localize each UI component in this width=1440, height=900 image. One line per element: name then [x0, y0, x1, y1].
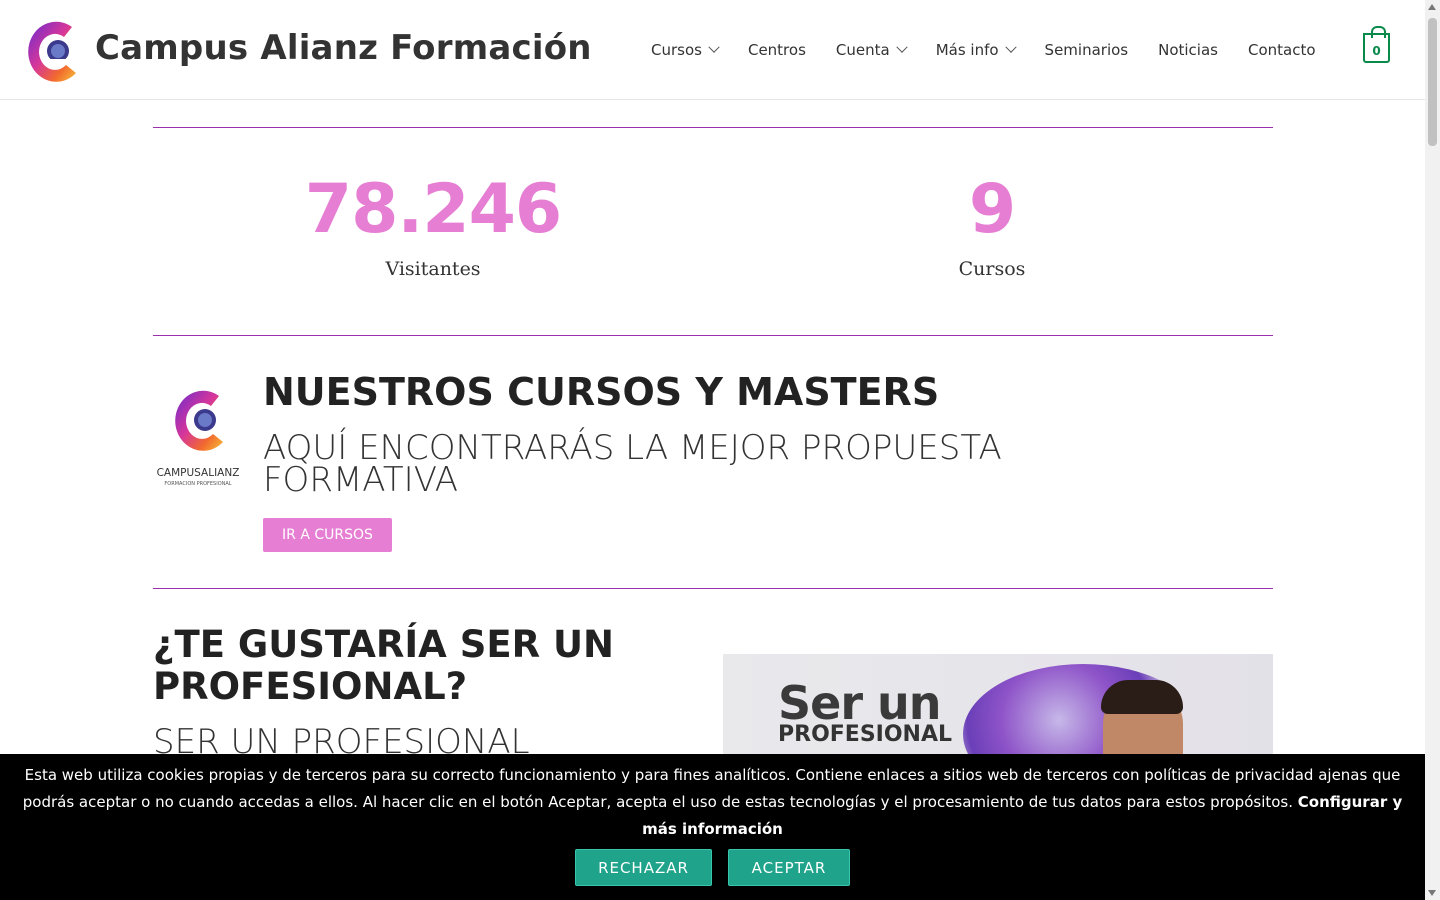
chevron-down-icon [708, 41, 720, 53]
nav-seminarios-label: Seminarios [1044, 41, 1129, 59]
divider [153, 335, 1273, 336]
counter-label: Cursos [958, 258, 1026, 280]
nav-seminarios[interactable]: Seminarios [1045, 41, 1129, 59]
counter-value: 78.246 [304, 170, 562, 249]
site-title[interactable]: Campus Alianz Formación [95, 28, 592, 68]
professional-heading: ¿TE GUSTARÍA SER UN PROFESIONAL? [153, 623, 615, 708]
nav-noticias-label: Noticias [1158, 41, 1218, 59]
promo-person-hair [1101, 680, 1183, 714]
page-scrollbar[interactable] [1425, 0, 1440, 900]
cookie-banner: Esta web utiliza cookies propias y de te… [0, 754, 1425, 900]
nav-mas-info[interactable]: Más info [935, 41, 1017, 59]
nav-centros[interactable]: Centros [748, 41, 806, 59]
counter-value: 9 [968, 170, 1016, 249]
counter-label: Visitantes [385, 258, 481, 280]
promo-image[interactable]: Ser un PROFESIONAL nunca [723, 654, 1273, 764]
chevron-down-icon [896, 41, 908, 53]
scroll-down-arrow-icon[interactable] [1428, 890, 1436, 896]
cookie-text: Esta web utiliza cookies propias y de te… [6, 762, 1419, 843]
cart-icon[interactable]: 0 [1363, 26, 1390, 63]
small-logo-text: CAMPUSALIANZ [157, 467, 239, 479]
campus-alianz-small-logo: CAMPUSALIANZ FORMACION PROFESIONAL [157, 390, 239, 487]
nav-contacto[interactable]: Contacto [1248, 41, 1316, 59]
counter-cursos: 9 Cursos [842, 170, 1142, 281]
nav-noticias[interactable]: Noticias [1158, 41, 1218, 59]
cart-count: 0 [1372, 44, 1381, 58]
nav-cuenta[interactable]: Cuenta [835, 41, 908, 59]
campus-alianz-logo-icon[interactable] [20, 15, 82, 85]
small-logo-subtext: FORMACION PROFESIONAL [164, 481, 231, 487]
courses-subheading: AQUÍ ENCONTRARÁS LA MEJOR PROPUESTA FORM… [263, 428, 1002, 500]
nav-cursos-label: Cursos [651, 41, 702, 59]
divider [153, 127, 1273, 128]
chevron-down-icon [1004, 41, 1017, 53]
scroll-thumb[interactable] [1428, 18, 1437, 146]
nav-cuenta-label: Cuenta [835, 41, 890, 59]
nav-centros-label: Centros [747, 41, 806, 59]
site-header: Campus Alianz Formación Cursos Centros C… [0, 0, 1425, 100]
counter-visitantes: 78.246 Visitantes [283, 170, 583, 281]
main-nav: Cursos Centros Cuenta Más info Seminario… [651, 40, 1346, 60]
nav-cursos[interactable]: Cursos [651, 41, 720, 59]
scroll-up-arrow-icon[interactable] [1428, 4, 1436, 10]
divider [153, 588, 1273, 589]
cookie-message: Esta web utiliza cookies propias y de te… [22, 766, 1401, 811]
reject-cookies-button[interactable]: RECHAZAR [575, 849, 712, 886]
courses-heading: NUESTROS CURSOS Y MASTERS [263, 370, 940, 414]
nav-mas-info-label: Más info [935, 41, 999, 59]
accept-cookies-button[interactable]: ACEPTAR [728, 849, 850, 886]
go-to-courses-button[interactable]: IR A CURSOS [263, 518, 392, 552]
nav-contacto-label: Contacto [1247, 41, 1316, 59]
